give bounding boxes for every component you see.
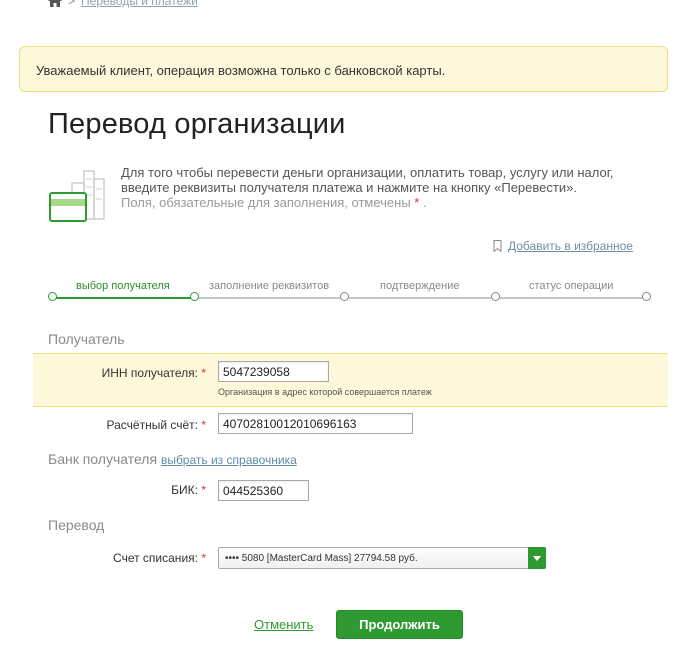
step-label-recipient: выбор получателя: [76, 280, 170, 292]
choose-from-directory-link[interactable]: выбрать из справочника: [161, 453, 297, 467]
breadcrumb-link[interactable]: Переводы и платежи: [81, 0, 198, 8]
step-dot-3: [491, 292, 500, 301]
step-label-details: заполнение реквизитов: [209, 280, 330, 292]
step-dot-end: [642, 292, 651, 301]
progress-steps: выбор получателя заполнение реквизитов п…: [48, 280, 652, 310]
bookmark-icon: [493, 240, 502, 252]
step-progress-line-active: [52, 297, 194, 299]
step-label-confirm: подтверждение: [380, 280, 460, 292]
step-dot-start: [48, 292, 57, 301]
page-title: Перевод организации: [48, 108, 346, 140]
step-progress-line: [194, 297, 646, 299]
inn-label: ИНН получателя: *: [101, 366, 206, 380]
step-label-status: статус операции: [529, 280, 614, 292]
section-recipient: Получатель: [48, 331, 125, 347]
bik-input[interactable]: [218, 480, 309, 501]
add-to-favorites-link[interactable]: Добавить в избранное: [493, 239, 633, 253]
info-text: Для того чтобы перевести деньги организа…: [121, 165, 621, 210]
payment-card-building-icon: [49, 170, 105, 222]
inn-field-row: [33, 353, 668, 407]
chevron-right-icon: >: [68, 0, 76, 8]
inn-hint: Организация в адрес которой совершается …: [218, 387, 432, 397]
step-dot-1: [190, 292, 199, 301]
debit-account-label: Счет списания: *: [113, 551, 206, 565]
breadcrumb: > Переводы и платежи: [48, 0, 198, 8]
card-only-alert: Уважаемый клиент, операция возможна толь…: [19, 46, 668, 92]
add-to-favorites-label: Добавить в избранное: [508, 239, 633, 253]
info-line-3: Поля, обязательные для заполнения, отмеч…: [121, 195, 427, 210]
continue-button[interactable]: Продолжить: [336, 610, 463, 639]
inn-input[interactable]: [218, 361, 329, 382]
dropdown-arrow-icon[interactable]: [528, 547, 546, 569]
debit-account-select[interactable]: •••• 5080 [MasterCard Mass] 27794.58 руб…: [218, 547, 546, 569]
account-label: Расчётный счёт: *: [106, 418, 207, 432]
info-line-1: Для того чтобы перевести деньги организа…: [121, 165, 614, 180]
bik-label: БИК: *: [171, 483, 206, 497]
section-bank: Банк получателя выбрать из справочника: [48, 451, 297, 467]
cancel-link[interactable]: Отменить: [254, 617, 313, 632]
debit-account-value: •••• 5080 [MasterCard Mass] 27794.58 руб…: [225, 552, 418, 564]
alert-text: Уважаемый клиент, операция возможна толь…: [36, 63, 446, 78]
section-transfer: Перевод: [48, 517, 105, 533]
home-icon[interactable]: [48, 0, 62, 7]
info-line-2: введите реквизиты получателя платежа и н…: [121, 180, 577, 195]
step-dot-2: [340, 292, 349, 301]
required-mark: *: [414, 195, 420, 210]
account-input[interactable]: [218, 413, 413, 434]
